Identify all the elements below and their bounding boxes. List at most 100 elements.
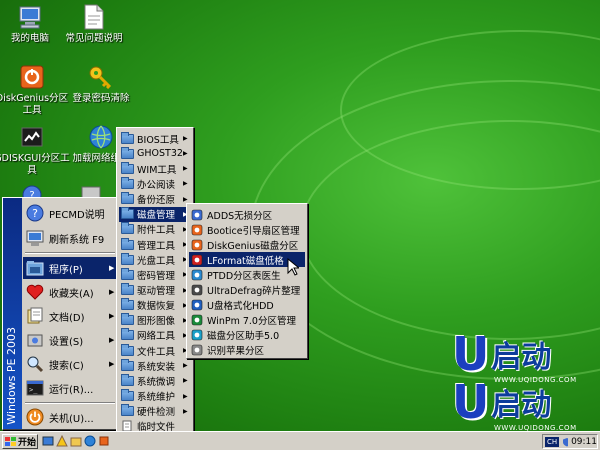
folder-icon xyxy=(120,237,134,251)
quicklaunch-warning-icon[interactable] xyxy=(56,435,68,447)
folder-icon xyxy=(120,343,134,357)
programs-item-label: 系统安装 xyxy=(137,361,176,373)
folder-icon xyxy=(120,192,134,206)
programs-submenu: BIOS工具▶GHOST32▶WIM工具▶办公阅读▶备份还原▶磁盘管理▶附件工具… xyxy=(116,127,194,450)
programs-item[interactable]: 系统安装 ▶ xyxy=(119,358,191,373)
start-item-favorites[interactable]: 收藏夹(A) ▶ xyxy=(23,281,117,303)
help-icon: ? xyxy=(25,203,45,223)
programs-item[interactable]: 管理工具▶ xyxy=(119,237,191,252)
programs-item[interactable]: 光盘工具▶ xyxy=(119,252,191,267)
start-item-label: 文档(D) xyxy=(49,312,85,324)
disk-menu-item-label: DiskGenius磁盘分区 xyxy=(207,240,299,252)
start-item-documents[interactable]: 文档(D) ▶ xyxy=(23,305,117,327)
desktop-icon-faq[interactable]: 常见问题说明 xyxy=(54,4,134,45)
folder-icon xyxy=(120,389,134,403)
disk-menu-item-label: 磁盘分区助手5.0 xyxy=(207,330,280,342)
logo-letter: U xyxy=(452,327,490,381)
bootice-icon xyxy=(190,223,204,236)
programs-item-label: 文件工具 xyxy=(137,346,176,358)
programs-item-label: 磁盘管理 xyxy=(137,210,176,222)
folder-icon xyxy=(120,358,134,372)
folder-icon xyxy=(120,161,134,175)
computer-icon xyxy=(17,4,43,30)
start-item-shutdown[interactable]: 关机(U)... xyxy=(23,406,117,428)
programs-item-label: 驱动管理 xyxy=(137,286,176,297)
shutdown-icon xyxy=(25,407,45,427)
programs-item-label: 办公阅读 xyxy=(137,179,176,191)
quicklaunch-tool-icon[interactable] xyxy=(98,435,110,447)
start-item-refresh[interactable]: 刷新系统 F9 xyxy=(23,227,117,249)
system-tray: CH 09:11 xyxy=(542,434,598,449)
taskbar: 开始 CH 09:11 xyxy=(0,431,600,450)
submenu-arrow-icon: ▶ xyxy=(183,165,188,173)
folder-icon xyxy=(120,298,134,312)
programs-item[interactable]: 办公阅读 ▶ xyxy=(119,176,191,191)
disk-menu-item[interactable]: U盘格式化HDD xyxy=(189,297,305,312)
folder-icon xyxy=(120,176,134,190)
programs-item[interactable]: WIM工具 ▶ xyxy=(119,161,191,176)
programs-item[interactable]: 磁盘管理▶ xyxy=(119,206,191,222)
logo-letter: U xyxy=(452,375,490,429)
start-item-label: 搜索(C) xyxy=(49,360,84,372)
programs-item[interactable]: 附件工具▶ xyxy=(119,222,191,237)
tray-shield-icon[interactable] xyxy=(562,437,569,447)
quicklaunch-folder-icon[interactable] xyxy=(70,435,82,447)
submenu-arrow-icon: ▶ xyxy=(183,195,188,203)
gdisk-icon xyxy=(19,124,45,150)
disk-management-submenu: ADDS无损分区 Bootice引导扇区管理 DiskGenius磁盘分区 LForm… xyxy=(186,203,308,359)
disk-menu-item[interactable]: DiskGenius磁盘分区 xyxy=(189,237,305,252)
programs-item-label: 管理工具 xyxy=(137,240,176,252)
programs-item[interactable]: 备份还原 ▶ xyxy=(119,192,191,207)
programs-item[interactable]: 密码管理▶ xyxy=(119,267,191,282)
start-menu-banner-text: Windows PE 2003 xyxy=(5,327,18,425)
logo-text: 启动 xyxy=(491,340,552,375)
start-item-label: 关机(U)... xyxy=(49,413,94,425)
folder-icon xyxy=(120,146,134,160)
folder-icon xyxy=(120,131,134,145)
programs-item-label: 硬件检测 xyxy=(137,407,176,419)
programs-item[interactable]: 系统微调 ▶ xyxy=(119,373,191,388)
disk-menu-item[interactable]: 识别苹果分区 xyxy=(189,342,305,357)
programs-item-label: 系统微调 xyxy=(137,376,176,388)
adds-icon xyxy=(190,208,204,221)
help-icon: ? xyxy=(22,184,42,205)
disk-menu-item-label: 识别苹果分区 xyxy=(207,345,265,357)
start-item-pecmd-help[interactable]: ? PECMD说明 xyxy=(23,202,117,224)
run-icon: >_ xyxy=(25,378,45,398)
programs-item[interactable]: 系统维护 ▶ xyxy=(119,389,191,404)
disk-menu-item[interactable]: Bootice引导扇区管理 xyxy=(189,222,305,237)
usb-format-icon xyxy=(190,298,204,311)
disk-menu-item[interactable]: UltraDefrag碎片整理 xyxy=(189,282,305,297)
programs-item[interactable]: 硬件检测 ▶ xyxy=(119,404,191,419)
ime-indicator[interactable]: CH xyxy=(545,436,560,447)
programs-item[interactable]: 文件工具▶ xyxy=(119,343,191,358)
disk-menu-item-label: UltraDefrag碎片整理 xyxy=(207,285,301,297)
folder-icon xyxy=(120,252,134,266)
disk-menu-item[interactable]: WinPm 7.0分区管理 xyxy=(189,312,305,327)
programs-item[interactable]: BIOS工具 ▶ xyxy=(119,131,191,146)
quicklaunch-desktop-icon[interactable] xyxy=(42,435,54,447)
start-button[interactable]: 开始 xyxy=(2,434,38,449)
key-icon xyxy=(88,64,114,90)
submenu-arrow-icon: ▶ xyxy=(183,135,188,142)
programs-item-label: 网络工具 xyxy=(137,331,176,343)
submenu-arrow-icon: ▶ xyxy=(183,150,188,158)
programs-item[interactable]: 图形图像▶ xyxy=(119,313,191,328)
disk-menu-item[interactable]: 磁盘分区助手5.0 xyxy=(189,327,305,342)
programs-item-label: 数据恢复 xyxy=(137,301,176,313)
disk-menu-item-label: WinPm 7.0分区管理 xyxy=(207,315,296,327)
start-item-run[interactable]: >_ 运行(R)... xyxy=(23,377,117,399)
desktop-icon-password-clear[interactable]: 登录密码清除 xyxy=(58,64,144,105)
apple-partition-icon xyxy=(190,343,204,356)
start-item-programs[interactable]: 程序(P) ▶ xyxy=(23,257,117,279)
programs-item[interactable]: GHOST32 ▶ xyxy=(119,146,191,161)
quicklaunch-network-icon[interactable] xyxy=(84,435,96,447)
ptdd-icon xyxy=(190,268,204,281)
programs-item[interactable]: 数据恢复▶ xyxy=(119,298,191,313)
programs-item[interactable]: 网络工具▶ xyxy=(119,328,191,343)
start-item-settings[interactable]: 设置(S) ▶ xyxy=(23,329,117,351)
disk-menu-item[interactable]: ADDS无损分区 xyxy=(189,207,305,222)
start-item-search[interactable]: 搜索(C) ▶ xyxy=(23,353,117,375)
programs-item[interactable]: 驱动管理▶ xyxy=(119,283,191,298)
desktop-icon-label: 登录密码清除 xyxy=(72,93,130,104)
